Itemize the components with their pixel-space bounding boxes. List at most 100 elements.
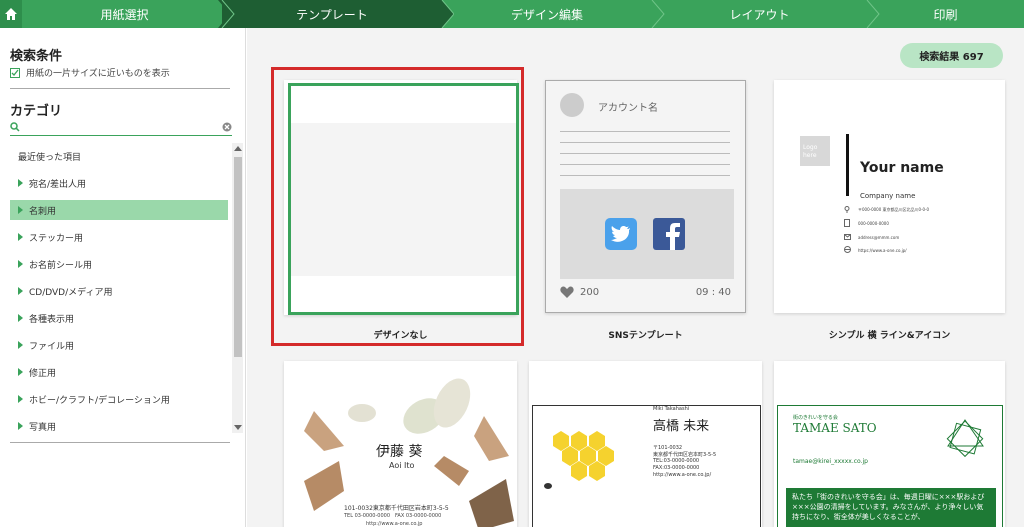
- post-time: 09 : 40: [695, 287, 731, 298]
- category-label: 修正用: [29, 368, 57, 379]
- expand-arrow-icon: [18, 395, 23, 403]
- home-button[interactable]: [0, 0, 22, 28]
- expand-arrow-icon: [18, 206, 23, 214]
- step-navigation: 用紙選択 テンプレート デザイン編集 レイアウト 印刷: [0, 0, 1024, 28]
- category-item-name-seal[interactable]: お名前シール用: [10, 254, 228, 274]
- category-item-photo[interactable]: 写真用: [10, 416, 228, 436]
- location-icon: [844, 206, 850, 213]
- card-phone: 000-0000-0000: [858, 221, 889, 226]
- expand-arrow-icon: [18, 287, 23, 295]
- step-template[interactable]: テンプレート: [222, 0, 442, 28]
- category-label: 宛名/差出人用: [29, 179, 87, 190]
- card-org: 街のきれいを守る会: [793, 415, 838, 421]
- step-separator: [866, 0, 880, 28]
- card-romaji: Aoi Ito: [389, 461, 415, 470]
- phone-icon: [844, 219, 850, 227]
- checkbox-icon[interactable]: [10, 67, 20, 78]
- sns-image-area: [560, 189, 734, 279]
- step-label: レイアウト: [729, 7, 790, 22]
- category-label: ステッカー用: [29, 233, 84, 244]
- logo-placeholder: Logo here: [800, 136, 830, 166]
- expand-arrow-icon: [18, 233, 23, 241]
- honeycomb-icon: [544, 431, 614, 489]
- category-label: 最近使った項目: [18, 152, 82, 163]
- card-tel: TEL:03-0000-0000: [653, 458, 700, 464]
- search-icon: [10, 122, 20, 132]
- template-caption: シンプル 横 ライン&アイコン: [828, 331, 951, 341]
- step-label: テンプレート: [296, 7, 368, 22]
- category-item-address[interactable]: 宛名/差出人用: [10, 173, 228, 193]
- card-url: http://www.a-one.co.jp: [366, 521, 423, 527]
- category-item-business-card[interactable]: 名刺用: [10, 200, 228, 220]
- template-card-sns[interactable]: アカウント名 200 09 : 40: [545, 80, 746, 313]
- blank-card-area: [291, 123, 516, 276]
- step-layout[interactable]: レイアウト: [652, 0, 867, 28]
- step-paper-select[interactable]: 用紙選択: [22, 0, 227, 28]
- card-fax: FAX:03-0000-0000: [653, 465, 700, 471]
- step-label: 用紙選択: [100, 7, 149, 22]
- category-item-recent[interactable]: 最近使った項目: [10, 146, 228, 166]
- expand-arrow-icon: [18, 260, 23, 268]
- category-search-input[interactable]: [10, 120, 232, 136]
- template-card-honeycomb[interactable]: Miki Takahashi 高橋 未来 〒101-0032 東京都千代田区岩本…: [529, 361, 762, 527]
- category-title: カテゴリ: [10, 104, 63, 119]
- template-caption: SNSテンプレート: [608, 331, 683, 341]
- scroll-down-icon[interactable]: [234, 425, 242, 430]
- card-frame: 街のきれいを守る会 TAMAE SATO tamae@kirei_xxxxx.c…: [777, 405, 1003, 527]
- category-item-media[interactable]: CD/DVD/メディア用: [10, 281, 228, 301]
- template-card-blank[interactable]: [284, 80, 519, 315]
- category-item-display[interactable]: 各種表示用: [10, 308, 228, 328]
- card-zip: 〒101-0032: [653, 445, 683, 451]
- condition-label: 用紙の一片サイズに近いものを表示: [26, 69, 170, 79]
- result-count-badge: 検索結果 697: [900, 43, 1003, 68]
- divider: [10, 88, 230, 89]
- expand-arrow-icon: [18, 368, 23, 376]
- card-address: 東京都千代田区岩本町3-5-5: [653, 452, 717, 458]
- card-frame: Miki Takahashi 高橋 未来 〒101-0032 東京都千代田区岩本…: [532, 405, 761, 527]
- home-icon: [5, 8, 17, 20]
- card-tel: TEL 03-0000-0000 FAX 03-0000-0000: [344, 513, 442, 519]
- template-card-simple[interactable]: Logo here Your name Company name 〒000-00…: [774, 80, 1005, 313]
- blank-preview: [288, 83, 519, 315]
- template-card-green[interactable]: 街のきれいを守る会 TAMAE SATO tamae@kirei_xxxxx.c…: [774, 361, 1005, 527]
- globe-icon: [844, 246, 851, 253]
- conditions-title: 検索条件: [10, 49, 63, 64]
- expand-arrow-icon: [18, 179, 23, 187]
- step-design-edit[interactable]: デザイン編集: [442, 0, 652, 28]
- size-condition-option[interactable]: 用紙の一片サイズに近いものを表示: [10, 66, 170, 79]
- step-print[interactable]: 印刷: [867, 0, 1024, 28]
- category-item-correction[interactable]: 修正用: [10, 362, 228, 382]
- scrollbar-thumb[interactable]: [234, 157, 242, 357]
- category-item-sticker[interactable]: ステッカー用: [10, 227, 228, 247]
- card-name: 伊藤 葵: [376, 444, 423, 460]
- card-company: Company name: [860, 192, 916, 200]
- step-label: デザイン編集: [510, 7, 583, 22]
- template-card-leaves[interactable]: 伊藤 葵 Aoi Ito 101-0032東京都千代田区岩本町3-5-5 TEL…: [284, 361, 517, 527]
- category-list: 最近使った項目 宛名/差出人用 名刺用 ステッカー用 お名前シール用 CD/DV…: [10, 143, 230, 443]
- clear-icon[interactable]: [222, 122, 232, 132]
- avatar: [560, 93, 584, 117]
- step-label: 印刷: [933, 7, 958, 22]
- expand-arrow-icon: [18, 341, 23, 349]
- category-item-hobby[interactable]: ホビー/クラフト/デコレーション用: [10, 389, 228, 409]
- category-label: ファイル用: [29, 341, 75, 352]
- card-email: address@mmm.com: [858, 235, 900, 240]
- sidebar: 検索条件 用紙の一片サイズに近いものを表示 カテゴリ 最近使った項目 宛名/差出…: [0, 28, 246, 527]
- category-label: お名前シール用: [29, 260, 93, 271]
- card-name: 高橋 未来: [653, 419, 710, 434]
- category-item-file[interactable]: ファイル用: [10, 335, 228, 355]
- card-url: http://www.a-one.co.jp/: [653, 472, 712, 478]
- card-name: Your name: [860, 160, 944, 176]
- template-grid: 検索結果 697 デザインなし アカウント名 200 09 : 40 SNSテン…: [247, 28, 1024, 527]
- mail-icon: [844, 234, 851, 240]
- account-name: アカウント名: [598, 103, 658, 114]
- category-label: CD/DVD/メディア用: [29, 287, 113, 298]
- category-label: 写真用: [29, 422, 57, 433]
- scroll-up-icon[interactable]: [234, 146, 242, 151]
- placeholder-text-lines: [560, 131, 730, 179]
- card-address: 〒000-0000 東京都品川区北品川0-0-0: [858, 207, 930, 212]
- divider: [10, 442, 230, 443]
- step-separator: [651, 0, 665, 28]
- like-count: 200: [580, 287, 600, 298]
- category-scrollbar[interactable]: [232, 143, 243, 433]
